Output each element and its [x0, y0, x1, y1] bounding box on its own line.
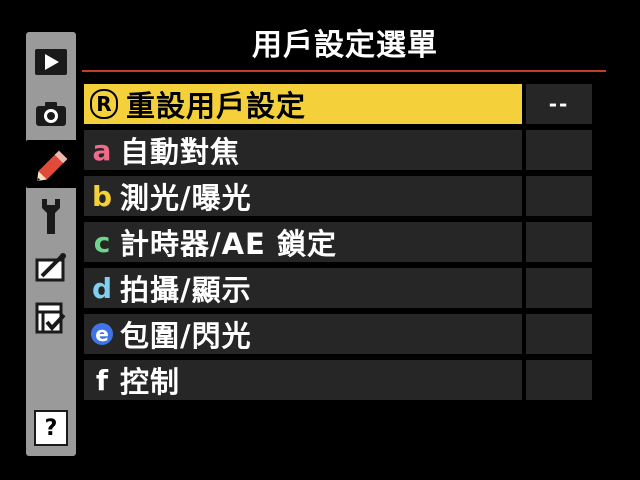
menu-tab-strip: ? — [26, 32, 82, 456]
reset-badge: R — [90, 89, 118, 119]
menu-item-label: 計時器/AE 鎖定 — [120, 227, 337, 261]
menu-item-label: 自動對焦 — [120, 135, 241, 169]
menu-item-prefix: e — [91, 322, 113, 346]
help-button[interactable]: ? — [30, 404, 72, 452]
pencil-icon — [37, 150, 68, 181]
tab-setup[interactable] — [30, 192, 72, 240]
menu-item-value: -- — [548, 92, 570, 116]
page-title: 用戶設定選單 — [252, 28, 438, 63]
tab-custom-settings[interactable] — [26, 140, 82, 188]
menu-item-autofocus[interactable]: a 自動對焦 — [84, 130, 592, 170]
wrench-icon — [42, 199, 60, 234]
menu-item-bracketing-flash[interactable]: e 包圍/閃光 — [84, 314, 592, 354]
playback-icon — [35, 49, 67, 75]
menu-item-prefix: a — [92, 133, 112, 167]
menu-item-reset[interactable]: R 重設用戶設定 -- — [84, 84, 592, 124]
tab-playback[interactable] — [30, 38, 72, 86]
tab-shooting[interactable] — [30, 90, 72, 138]
recent-settings-icon — [35, 302, 66, 334]
tab-retouch[interactable] — [30, 244, 72, 292]
menu-item-label: 包圍/閃光 — [120, 319, 252, 353]
menu-item-label: 測光/曝光 — [120, 181, 252, 215]
menu-item-label: 重設用戶設定 — [126, 89, 307, 123]
menu-item-shooting-display[interactable]: d 拍攝/顯示 — [84, 268, 592, 308]
menu-item-metering[interactable]: b 測光/曝光 — [84, 176, 592, 216]
menu-item-controls[interactable]: f 控制 — [84, 360, 592, 400]
menu-item-prefix: f — [95, 363, 109, 397]
menu-item-label: 拍攝/顯示 — [120, 273, 252, 307]
camera-icon — [36, 102, 66, 126]
menu-item-prefix: d — [91, 271, 113, 305]
tab-recent-settings[interactable] — [30, 294, 72, 342]
menu-item-label: 控制 — [120, 365, 181, 399]
menu-item-prefix: c — [93, 225, 111, 259]
retouch-icon — [35, 253, 66, 282]
menu-item-timers-ae-lock[interactable]: c 計時器/AE 鎖定 — [84, 222, 592, 262]
title-divider — [82, 70, 606, 72]
menu-item-prefix: b — [91, 179, 113, 213]
help-icon: ? — [44, 415, 58, 441]
